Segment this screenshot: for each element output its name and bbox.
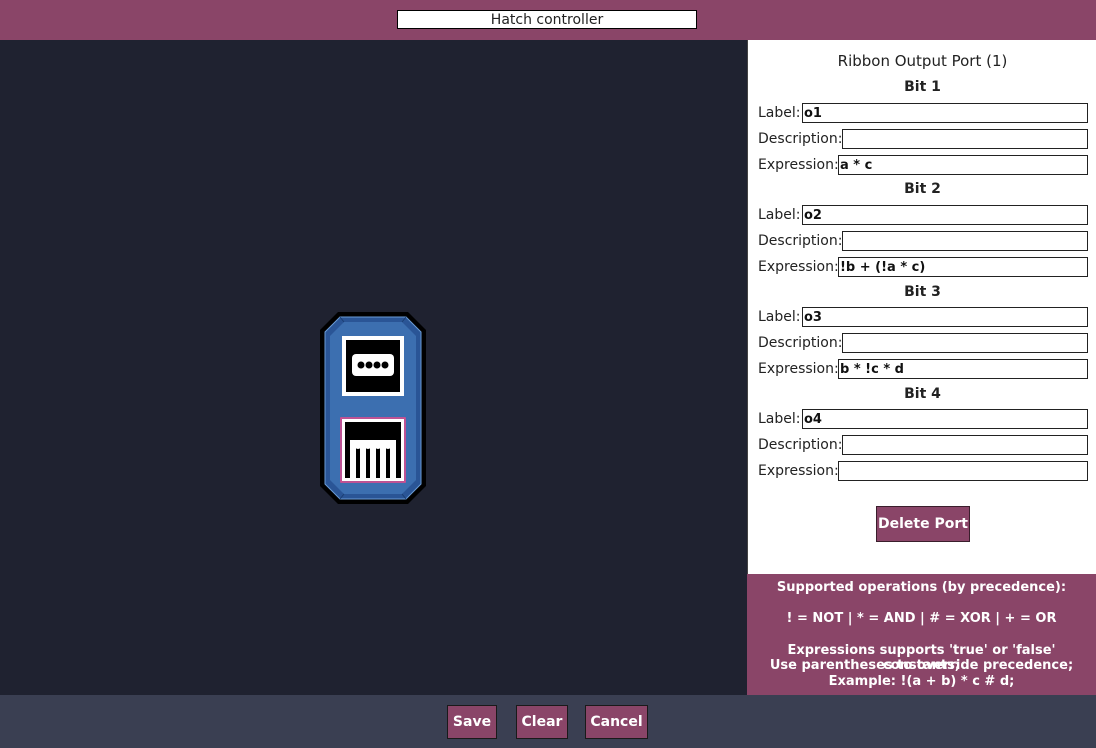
bit-4-label-caption: Label:: [758, 411, 801, 427]
bit-2-expression-input[interactable]: [838, 257, 1088, 277]
bit-3-label-caption: Label:: [758, 309, 801, 325]
bit-3-description-caption: Description:: [758, 335, 843, 351]
bit-3-description-input[interactable]: [842, 333, 1088, 353]
bit-3-heading: Bit 3: [904, 284, 941, 300]
hatch-controller-component[interactable]: [318, 310, 428, 506]
bit-4-label-input[interactable]: [802, 409, 1088, 429]
top-bar: [0, 0, 1096, 40]
delete-port-button[interactable]: Delete Port: [876, 506, 970, 542]
bit-4-description-caption: Description:: [758, 437, 843, 453]
bit-3-expression-caption: Expression:: [758, 361, 839, 377]
help-line-parentheses: Use parentheses to override precedence;: [769, 658, 1074, 673]
help-line-operations: Supported operations (by precedence):: [776, 580, 1067, 595]
help-box: Supported operations (by precedence): ! …: [747, 574, 1096, 695]
help-line-operators: ! = NOT | * = AND | # = XOR | + = OR: [786, 611, 1057, 626]
help-line-example: Example: !(a + b) * c # d;: [828, 674, 1015, 689]
clear-button[interactable]: Clear: [516, 705, 568, 739]
bit-1-description-input[interactable]: [842, 129, 1088, 149]
bit-1-label-caption: Label:: [758, 105, 801, 121]
bit-1-description-caption: Description:: [758, 131, 843, 147]
bit-4-description-input[interactable]: [842, 435, 1088, 455]
bit-1-label-input[interactable]: [802, 103, 1088, 123]
bit-2-expression-caption: Expression:: [758, 259, 839, 275]
bit-4-heading: Bit 4: [904, 386, 941, 402]
port-properties-panel: Ribbon Output Port (1) Bit 1 Label: Desc…: [747, 40, 1096, 574]
bit-3-label-input[interactable]: [802, 307, 1088, 327]
bit-4-expression-input[interactable]: [838, 461, 1088, 481]
panel-title: Ribbon Output Port (1): [837, 52, 1008, 70]
bit-1-expression-input[interactable]: [838, 155, 1088, 175]
bit-2-description-input[interactable]: [842, 231, 1088, 251]
bit-1-heading: Bit 1: [904, 79, 941, 95]
bit-2-label-caption: Label:: [758, 207, 801, 223]
bit-4-expression-caption: Expression:: [758, 463, 839, 479]
bit-2-label-input[interactable]: [802, 205, 1088, 225]
bottom-bar: Save Clear Cancel: [0, 695, 1096, 748]
bit-2-heading: Bit 2: [904, 181, 941, 197]
bit-2-description-caption: Description:: [758, 233, 843, 249]
cancel-button[interactable]: Cancel: [585, 705, 648, 739]
component-canvas[interactable]: [0, 40, 747, 695]
ribbon-pins-icon[interactable]: [340, 417, 406, 483]
save-button[interactable]: Save: [447, 705, 497, 739]
bit-1-expression-caption: Expression:: [758, 157, 839, 173]
ribbon-connector-icon[interactable]: [342, 336, 404, 396]
bit-3-expression-input[interactable]: [838, 359, 1088, 379]
title-input[interactable]: [397, 10, 697, 29]
